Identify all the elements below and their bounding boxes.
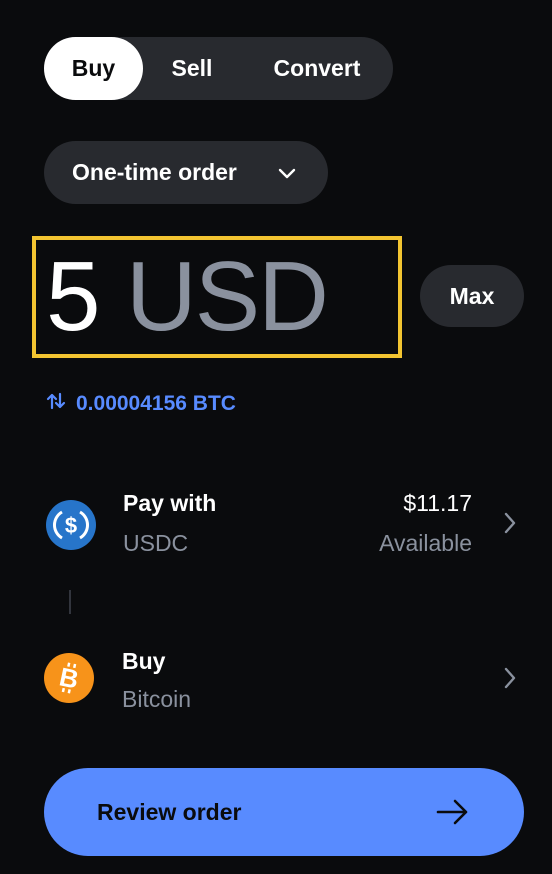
usdc-coin-icon: $	[46, 500, 96, 555]
tab-convert[interactable]: Convert	[241, 37, 393, 100]
conversion-toggle[interactable]: 0.00004156 BTC	[46, 390, 236, 418]
tab-buy[interactable]: Buy	[44, 37, 143, 100]
review-order-label: Review order	[97, 799, 242, 825]
row-connector	[69, 590, 71, 614]
swap-arrows-icon	[46, 390, 66, 418]
chevron-down-icon	[276, 162, 298, 189]
trade-type-tabs: Buy Sell Convert	[44, 37, 393, 100]
order-type-label: One-time order	[72, 159, 237, 185]
tab-sell[interactable]: Sell	[143, 37, 241, 100]
bitcoin-coin-icon: B	[44, 653, 94, 708]
amount-value[interactable]: 5	[46, 234, 101, 358]
pay-with-balance-label: Available	[379, 530, 472, 556]
buy-asset-title: Buy	[122, 648, 166, 674]
pay-with-row[interactable]: $ Pay with USDC $11.17 Available	[0, 484, 552, 574]
buy-asset-name: Bitcoin	[122, 686, 192, 712]
order-type-dropdown[interactable]: One-time order	[44, 141, 328, 204]
pay-with-title: Pay with	[123, 490, 217, 516]
pay-with-balance: $11.17	[403, 490, 472, 516]
review-order-button[interactable]: Review order	[44, 768, 524, 856]
pay-with-asset: USDC	[123, 530, 189, 556]
max-button[interactable]: Max	[420, 265, 524, 327]
arrow-right-icon	[436, 798, 470, 831]
buy-asset-row[interactable]: B Buy Bitcoin	[0, 640, 552, 730]
chevron-right-icon	[502, 511, 518, 540]
chevron-right-icon	[502, 666, 518, 695]
svg-text:$: $	[65, 513, 77, 538]
amount-currency: USD	[126, 241, 329, 351]
conversion-amount: 0.00004156 BTC	[76, 392, 236, 415]
